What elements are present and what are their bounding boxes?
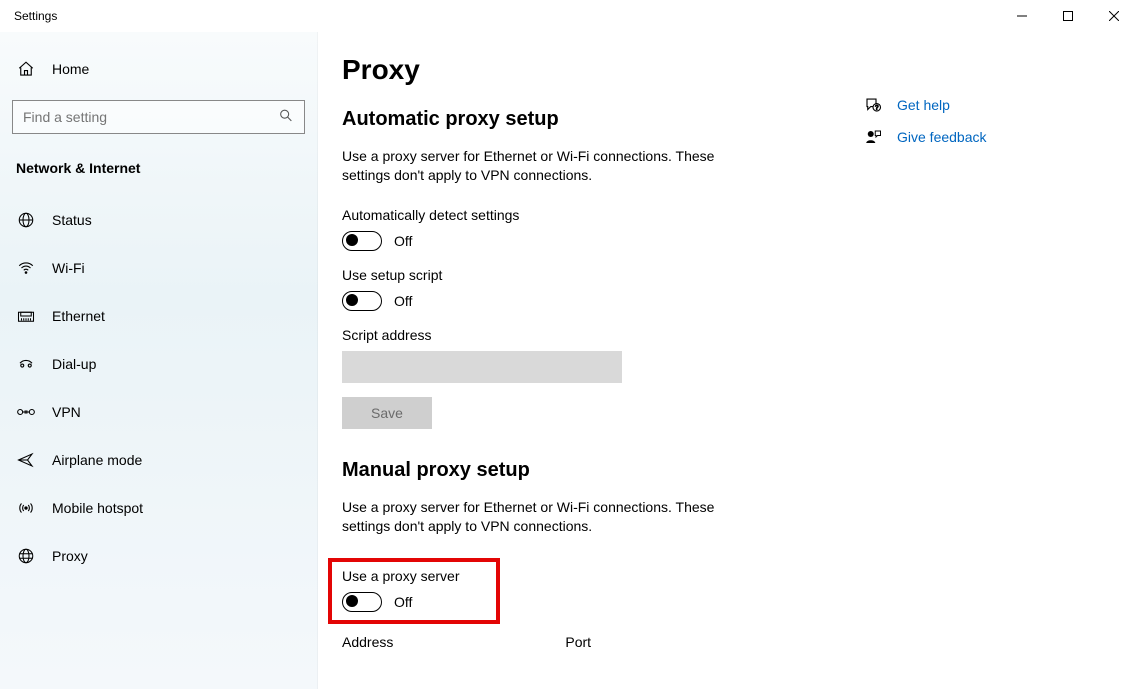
search-icon	[278, 108, 294, 127]
close-button[interactable]	[1091, 0, 1137, 32]
minimize-icon	[1017, 11, 1027, 21]
script-toggle[interactable]	[342, 291, 382, 311]
detect-label: Automatically detect settings	[342, 207, 853, 223]
get-help-link[interactable]: ? Get help	[863, 96, 1113, 114]
sidebar-item-status[interactable]: Status	[0, 196, 317, 244]
detect-toggle[interactable]	[342, 231, 382, 251]
window-controls	[999, 0, 1137, 32]
sidebar-item-dialup[interactable]: Dial-up	[0, 340, 317, 388]
window-title: Settings	[14, 9, 57, 23]
use-proxy-toggle[interactable]	[342, 592, 382, 612]
script-address-label: Script address	[342, 327, 853, 343]
sidebar-item-label: Ethernet	[52, 308, 105, 324]
close-icon	[1109, 11, 1119, 21]
nav-home-label: Home	[52, 61, 89, 77]
get-help-text: Get help	[897, 97, 950, 113]
sidebar-item-hotspot[interactable]: Mobile hotspot	[0, 484, 317, 532]
give-feedback-text: Give feedback	[897, 129, 987, 145]
maximize-icon	[1063, 11, 1073, 21]
nav-list: Status Wi-Fi Ethernet Dial-up	[0, 186, 317, 580]
proxy-icon	[16, 547, 36, 565]
minimize-button[interactable]	[999, 0, 1045, 32]
sidebar-section-header: Network & Internet	[0, 146, 317, 186]
titlebar: Settings	[0, 0, 1137, 32]
sidebar-item-label: Dial-up	[52, 356, 96, 372]
script-address-input[interactable]	[342, 351, 622, 383]
address-label: Address	[342, 634, 393, 650]
ethernet-icon	[16, 307, 36, 325]
content: Proxy Automatic proxy setup Use a proxy …	[318, 32, 1137, 689]
highlight-box: Use a proxy server Off	[328, 558, 500, 624]
auto-description: Use a proxy server for Ethernet or Wi-Fi…	[342, 147, 762, 185]
give-feedback-link[interactable]: Give feedback	[863, 128, 1113, 146]
detect-toggle-state: Off	[394, 233, 412, 249]
auto-heading: Automatic proxy setup	[342, 108, 853, 131]
dialup-icon	[16, 355, 36, 373]
manual-description: Use a proxy server for Ethernet or Wi-Fi…	[342, 498, 762, 536]
vpn-icon	[16, 405, 36, 419]
main-column: Proxy Automatic proxy setup Use a proxy …	[342, 54, 853, 689]
globe-icon	[16, 211, 36, 229]
search-box[interactable]	[12, 100, 305, 134]
feedback-icon	[863, 128, 883, 146]
save-button[interactable]: Save	[342, 397, 432, 429]
sidebar-item-label: Mobile hotspot	[52, 500, 143, 516]
script-toggle-state: Off	[394, 293, 412, 309]
wifi-icon	[16, 259, 36, 277]
sidebar-item-proxy[interactable]: Proxy	[0, 532, 317, 580]
sidebar-item-label: Airplane mode	[52, 452, 142, 468]
use-proxy-label: Use a proxy server	[342, 568, 486, 584]
airplane-icon	[16, 451, 36, 469]
help-icon: ?	[863, 96, 883, 114]
sidebar-item-label: Status	[52, 212, 92, 228]
search-input[interactable]	[13, 109, 304, 125]
script-label: Use setup script	[342, 267, 853, 283]
home-icon	[16, 60, 36, 78]
nav-home[interactable]: Home	[0, 52, 317, 86]
sidebar-item-wifi[interactable]: Wi-Fi	[0, 244, 317, 292]
help-column: ? Get help Give feedback	[853, 54, 1113, 689]
sidebar-item-airplane[interactable]: Airplane mode	[0, 436, 317, 484]
maximize-button[interactable]	[1045, 0, 1091, 32]
use-proxy-toggle-state: Off	[394, 594, 412, 610]
sidebar-item-label: Proxy	[52, 548, 88, 564]
sidebar-item-label: Wi-Fi	[52, 260, 85, 276]
hotspot-icon	[16, 499, 36, 517]
sidebar-item-vpn[interactable]: VPN	[0, 388, 317, 436]
sidebar: Home Network & Internet Status	[0, 32, 318, 689]
page-title: Proxy	[342, 54, 853, 86]
port-label: Port	[565, 634, 591, 650]
manual-heading: Manual proxy setup	[342, 459, 853, 482]
sidebar-item-label: VPN	[52, 404, 81, 420]
sidebar-item-ethernet[interactable]: Ethernet	[0, 292, 317, 340]
